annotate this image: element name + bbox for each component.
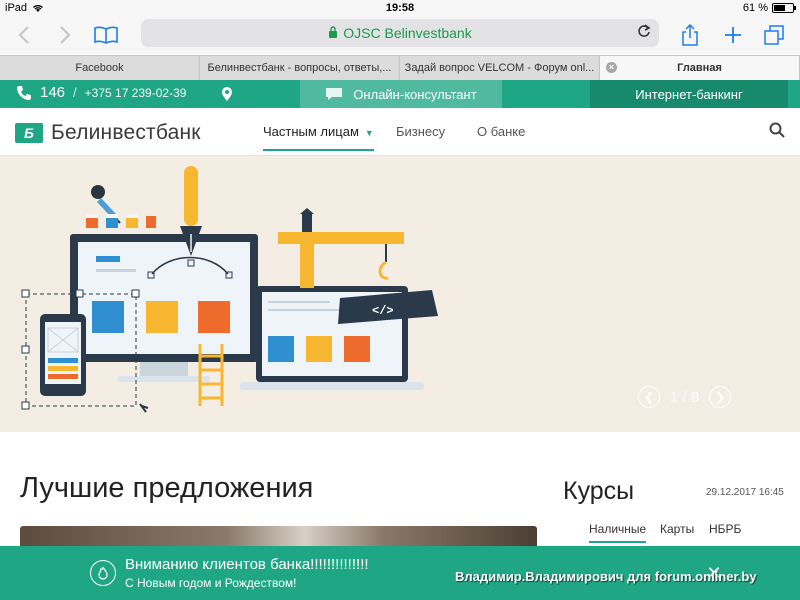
best-offers-title: Лучшие предложения bbox=[20, 472, 314, 504]
tab-strip: Facebook Белинвестбанк - вопросы, ответы… bbox=[0, 55, 800, 80]
online-consultant-label: Онлайн-консультант bbox=[353, 86, 477, 102]
back-icon[interactable] bbox=[14, 20, 34, 50]
short-phone[interactable]: 146 bbox=[40, 84, 65, 101]
forum-watermark: Владимир.Владимирович для forum.onliner.… bbox=[455, 569, 757, 584]
forward-icon[interactable] bbox=[55, 20, 75, 50]
chat-icon bbox=[326, 88, 343, 100]
browser-tab[interactable]: Facebook bbox=[0, 56, 200, 80]
notice-subtitle: С Новым годом и Рождеством! bbox=[125, 576, 297, 590]
url-text: OJSC Belinvestbank bbox=[343, 25, 472, 41]
site-topbar: 146 / +375 17 239-02-39 Онлайн-консульта… bbox=[0, 80, 800, 108]
address-bar[interactable]: OJSC Belinvestbank bbox=[141, 19, 659, 47]
internet-banking-label: Интернет-банкинг bbox=[635, 86, 743, 102]
slider-controls: ❮ 1 / 8 ❯ bbox=[638, 386, 732, 408]
browser-tab-label: Главная bbox=[677, 62, 722, 74]
tab-nbrb[interactable]: НБРБ bbox=[709, 522, 741, 536]
reload-icon[interactable] bbox=[637, 23, 651, 44]
slide-counter: 1 / 8 bbox=[670, 388, 700, 406]
tabs-overview-icon[interactable] bbox=[763, 20, 785, 50]
browser-tab-label: Задай вопрос VELCOM - Форум onl... bbox=[404, 62, 595, 74]
rate-tab-label: Наличные bbox=[589, 522, 647, 536]
svg-text:</>: </> bbox=[372, 304, 394, 318]
browser-toolbar: OJSC Belinvestbank bbox=[0, 16, 800, 54]
nav-label: Бизнесу bbox=[396, 124, 446, 139]
lock-icon bbox=[328, 25, 338, 41]
browser-tab-label: Белинвестбанк - вопросы, ответы,... bbox=[207, 62, 392, 74]
phone-separator: / bbox=[73, 85, 77, 100]
nav-label: О банке bbox=[477, 124, 526, 139]
chevron-down-icon: ▼ bbox=[364, 128, 374, 138]
slider-next-icon[interactable]: ❯ bbox=[709, 386, 732, 408]
nav-label: Частным лицам bbox=[263, 124, 359, 139]
browser-tab-label: Facebook bbox=[75, 62, 124, 74]
close-tab-icon[interactable]: × bbox=[606, 62, 617, 73]
browser-tab-active[interactable]: × Главная bbox=[600, 56, 800, 80]
online-consultant-button[interactable]: Онлайн-консультант bbox=[300, 80, 502, 108]
ios-status-bar: iPad 19:58 61 % bbox=[0, 0, 800, 16]
bookmarks-icon[interactable] bbox=[93, 20, 119, 50]
search-icon[interactable] bbox=[769, 122, 785, 143]
nav-private-persons[interactable]: Частным лицам ▼ bbox=[263, 124, 374, 151]
logo-text: Белинвестбанк bbox=[51, 121, 201, 144]
nav-business[interactable]: Бизнесу bbox=[396, 124, 445, 139]
fire-icon bbox=[90, 560, 116, 586]
internet-banking-button[interactable]: Интернет-банкинг bbox=[590, 80, 788, 108]
battery-fill bbox=[774, 5, 785, 11]
clock: 19:58 bbox=[385, 2, 415, 14]
hero-banner[interactable]: </> ❮ 1 / 8 ❯ bbox=[0, 156, 800, 432]
browser-tab[interactable]: Белинвестбанк - вопросы, ответы,... bbox=[200, 56, 400, 80]
battery-icon bbox=[772, 3, 796, 13]
bank-logo[interactable]: Б Белинвестбанк bbox=[15, 121, 201, 145]
notice-title[interactable]: Вниманию клиентов банка!!!!!!!!!!!!!! bbox=[125, 556, 369, 573]
browser-tab[interactable]: Задай вопрос VELCOM - Форум onl... bbox=[400, 56, 600, 80]
slider-prev-icon[interactable]: ❮ bbox=[638, 386, 660, 408]
rates-title: Курсы bbox=[563, 477, 635, 505]
tab-cash[interactable]: Наличные bbox=[589, 522, 647, 543]
nav-active-underline bbox=[263, 149, 374, 151]
location-pin-icon[interactable] bbox=[221, 86, 233, 106]
nav-about-bank[interactable]: О банке bbox=[477, 124, 525, 139]
new-tab-icon[interactable] bbox=[722, 20, 744, 50]
rates-date: 29.12.2017 16:45 bbox=[706, 487, 784, 498]
long-phone[interactable]: +375 17 239-02-39 bbox=[85, 86, 187, 100]
tab-cards[interactable]: Карты bbox=[660, 522, 694, 536]
rate-tab-label: Карты bbox=[660, 522, 695, 536]
share-icon[interactable] bbox=[680, 20, 700, 50]
phone-icon bbox=[17, 85, 31, 100]
site-header: Б Белинвестбанк Частным лицам ▼ Бизнесу О… bbox=[0, 108, 800, 156]
offer-image[interactable] bbox=[20, 526, 537, 546]
rate-tab-label: НБРБ bbox=[709, 522, 742, 536]
battery-percent: 61 % bbox=[742, 2, 768, 14]
phone-block[interactable]: 146 / +375 17 239-02-39 bbox=[16, 84, 186, 101]
logo-mark-icon: Б bbox=[15, 123, 43, 143]
